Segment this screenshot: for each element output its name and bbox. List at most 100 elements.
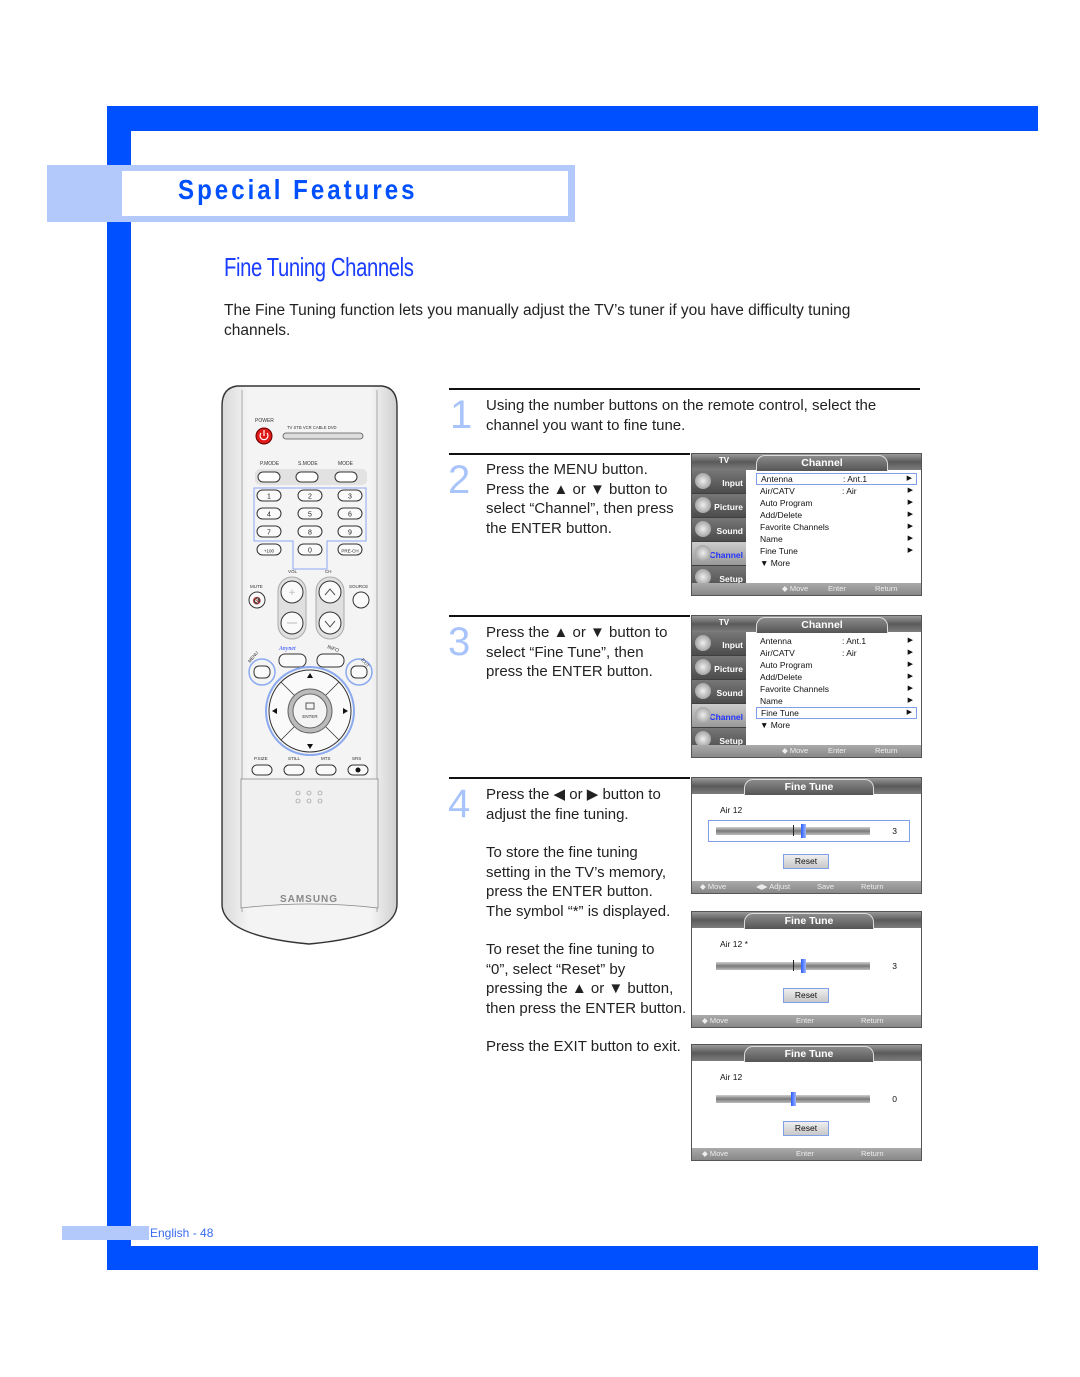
- still-button: [283, 764, 305, 776]
- svg-text:1: 1: [267, 494, 271, 501]
- menu-button: [253, 665, 271, 679]
- osd-tv-label: TV: [718, 456, 730, 465]
- osd-menu-item[interactable]: Antenna: Ant.1 ▶: [756, 473, 917, 485]
- osd-menu-list: Antenna: Ant.1 ▶ Air/CATV: Air ▶ Auto Progra…: [756, 635, 917, 731]
- osd-menu-item[interactable]: Air/CATV: Air ▶: [756, 647, 917, 659]
- fine-tune-value: 0: [892, 1094, 897, 1104]
- osd-fine-tune: Fine Tune Air 12 3 Reset ◆ Move ◀▶ Adjust Save…: [691, 777, 922, 894]
- svg-text:6: 6: [348, 512, 352, 519]
- reset-button[interactable]: Reset: [783, 1121, 829, 1136]
- osd-menu-item[interactable]: Favorite Channels ▶: [756, 683, 917, 695]
- slider-thumb[interactable]: [791, 1092, 796, 1106]
- channel-icon: [695, 707, 711, 723]
- osd-menu-item[interactable]: Name ▶: [756, 533, 917, 545]
- osd-menu-item[interactable]: Favorite Channels ▶: [756, 521, 917, 533]
- osd-menu-item[interactable]: Fine Tune ▶: [756, 707, 917, 719]
- step-4-exit-text: Press the EXIT button to exit.: [486, 1038, 681, 1055]
- osd-menu-item[interactable]: Add/Delete ▶: [756, 671, 917, 683]
- osd-menu-item[interactable]: Auto Program ▶: [756, 659, 917, 671]
- step-4-number: 4: [448, 782, 471, 826]
- sound-icon: [695, 521, 711, 537]
- info-button: [316, 653, 345, 668]
- step-1-text: Using the number buttons on the remote c…: [486, 397, 877, 434]
- input-icon: [695, 635, 711, 651]
- mode-indicator: [282, 432, 364, 440]
- arrow-right-icon: ▶: [907, 511, 913, 518]
- osd-sidebar-item-input[interactable]: Input: [692, 632, 746, 656]
- svg-text:+100: +100: [264, 549, 275, 554]
- fine-tune-slider[interactable]: [716, 1092, 870, 1106]
- osd-footer: ◆ Move ◀▶ Adjust Save Return: [692, 881, 921, 893]
- step-4-reset-text: To reset the fine tuning to “0”, select “…: [486, 941, 687, 1017]
- osd-sidebar-item-picture[interactable]: Picture: [692, 656, 746, 680]
- reset-button[interactable]: Reset: [783, 854, 829, 869]
- svg-text:P.SIZE: P.SIZE: [254, 756, 268, 761]
- mts-button: [315, 764, 337, 776]
- svg-text:🔇: 🔇: [253, 596, 262, 605]
- fine-tune-value: 3: [892, 961, 897, 971]
- slider-center-mark: [793, 825, 794, 836]
- psize-button: [251, 764, 273, 776]
- fine-tune-value: 3: [892, 826, 897, 836]
- arrow-right-icon: ▶: [907, 547, 913, 554]
- channel-label: Air 12 *: [720, 939, 748, 949]
- arrow-right-icon: ▶: [907, 661, 913, 668]
- remote-control: POWER TV STB VCR CABLE DVD P.MODE S.MODE…: [221, 385, 398, 945]
- osd-title: Channel: [756, 455, 888, 471]
- fine-tune-slider[interactable]: [716, 824, 870, 838]
- osd-menu-item[interactable]: Antenna: Ant.1 ▶: [756, 635, 917, 647]
- page-number: English - 48: [150, 1226, 214, 1240]
- picture-icon: [695, 659, 711, 675]
- osd-fine-tune: Fine Tune Air 12 0 Reset ◆ Move Enter Return: [691, 1044, 922, 1161]
- osd-menu-item[interactable]: Add/Delete ▶: [756, 509, 917, 521]
- page-frame-bottom: [107, 1246, 1038, 1270]
- enter-button: [292, 693, 328, 729]
- arrow-right-icon: ▶: [906, 709, 912, 716]
- svg-text:9: 9: [348, 530, 352, 537]
- svg-text:0: 0: [308, 548, 312, 555]
- slider-thumb[interactable]: [800, 824, 806, 838]
- step-4-store-text: To store the fine tuning setting in the T…: [486, 844, 671, 920]
- osd-sidebar-item-sound[interactable]: Sound: [692, 518, 746, 542]
- osd-menu-item[interactable]: ▼ More: [756, 557, 917, 569]
- slider-thumb[interactable]: [800, 959, 806, 973]
- osd-menu-item[interactable]: Name ▶: [756, 695, 917, 707]
- arrow-right-icon: ▶: [907, 487, 913, 494]
- osd-menu-item[interactable]: Fine Tune ▶: [756, 545, 917, 557]
- mode-button: [334, 471, 358, 483]
- osd-sidebar-item-picture[interactable]: Picture: [692, 494, 746, 518]
- mode-label: MODE: [338, 461, 354, 467]
- source-label: SOURCE: [349, 584, 368, 589]
- osd-title: Channel: [756, 617, 888, 633]
- anynet-label: Anynet: [278, 646, 296, 652]
- sound-icon: [695, 683, 711, 699]
- intro-paragraph: The Fine Tuning function lets you manual…: [224, 302, 851, 339]
- osd-footer: ◆ Move Enter Return: [692, 583, 921, 595]
- osd-menu-item[interactable]: Auto Program ▶: [756, 497, 917, 509]
- svg-text:4: 4: [267, 512, 271, 519]
- arrow-right-icon: ▶: [907, 535, 913, 542]
- svg-text:SRS: SRS: [352, 756, 361, 761]
- osd-sidebar-item-channel[interactable]: Channel: [692, 704, 746, 728]
- osd-channel-menu: TV Channel Input Picture Sound Channel Setup An…: [691, 615, 922, 758]
- osd-menu-item[interactable]: ▼ More: [756, 719, 917, 731]
- reset-button[interactable]: Reset: [783, 988, 829, 1003]
- osd-menu-item[interactable]: Air/CATV: Air ▶: [756, 485, 917, 497]
- osd-sidebar-item-input[interactable]: Input: [692, 470, 746, 494]
- mode-labels: TV STB VCR CABLE DVD: [287, 425, 337, 430]
- smode-button: [295, 471, 319, 483]
- vol-label: VOL: [288, 569, 298, 574]
- source-button: [352, 591, 370, 609]
- fine-tune-slider[interactable]: [716, 959, 870, 973]
- ch-label: CH: [325, 569, 332, 574]
- step-2-rule: [449, 453, 690, 455]
- osd-tv-label: TV: [718, 618, 730, 627]
- step-1-rule: [449, 388, 920, 390]
- channel-label: Air 12: [720, 805, 743, 815]
- osd-sidebar-item-channel[interactable]: Channel: [692, 542, 746, 566]
- channel-icon: [695, 545, 711, 561]
- osd-fine-tune: Fine Tune Air 12 * 3 Reset ◆ Move Enter Return: [691, 911, 922, 1028]
- arrow-right-icon: ▶: [907, 523, 913, 530]
- channel-label: Air 12: [720, 1072, 743, 1082]
- osd-sidebar-item-sound[interactable]: Sound: [692, 680, 746, 704]
